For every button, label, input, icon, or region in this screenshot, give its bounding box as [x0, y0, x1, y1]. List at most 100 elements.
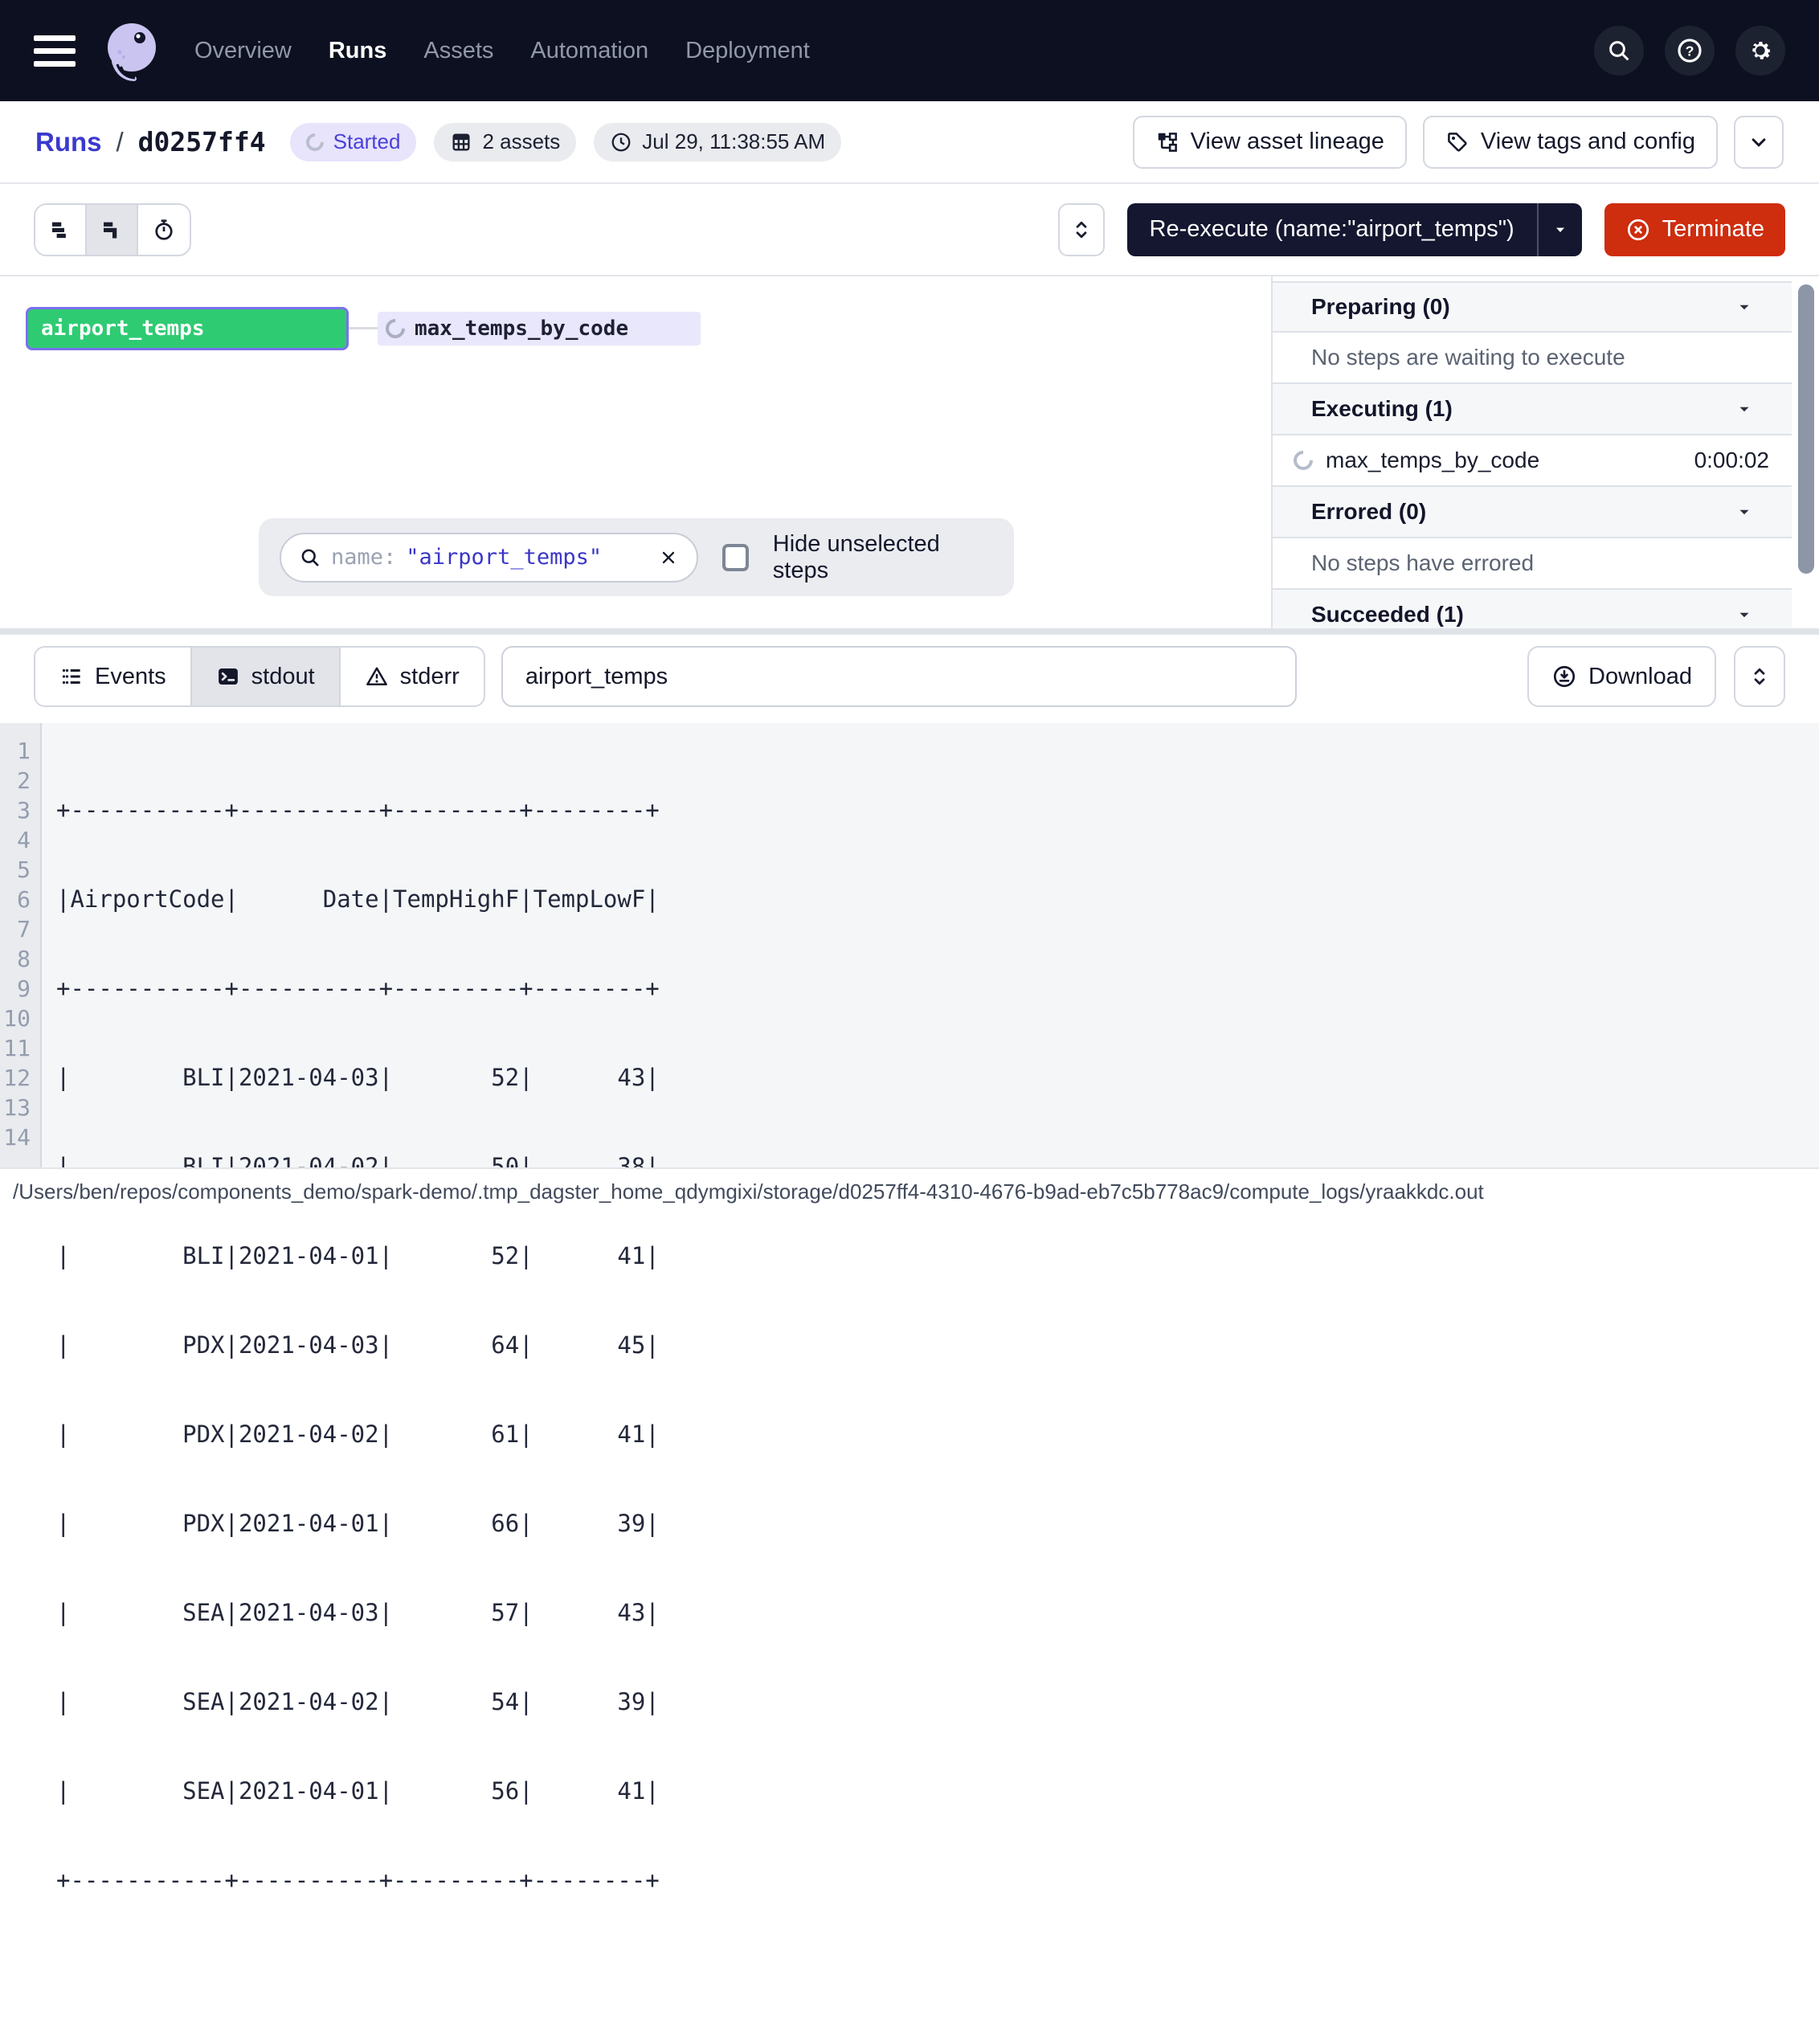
run-header: Runs / d0257ff4 Started 2 assets Jul 29,…	[0, 101, 1819, 184]
breadcrumb-runs-link[interactable]: Runs	[35, 127, 102, 157]
section-header-executing[interactable]: Executing (1)	[1273, 384, 1792, 435]
section-header-succeeded[interactable]: Succeeded (1)	[1273, 590, 1792, 628]
spinner-icon	[382, 315, 409, 342]
gantt-waterfall-view-button[interactable]	[87, 205, 138, 255]
log-step-filter-input[interactable]	[501, 646, 1297, 707]
terminate-button[interactable]: Terminate	[1604, 203, 1785, 256]
log-content: +-----------+----------+---------+------…	[42, 723, 1819, 1167]
gantt-toolbar: Re-execute (name:"airport_temps") Termin…	[0, 184, 1819, 276]
log-line: +-----------+----------+---------+------…	[56, 974, 1819, 1004]
nav-link-deployment[interactable]: Deployment	[685, 38, 810, 64]
stderr-icon	[365, 664, 389, 689]
assets-badge[interactable]: 2 assets	[434, 123, 576, 161]
expand-logs-button[interactable]	[1734, 646, 1785, 707]
reexecute-dropdown-button[interactable]	[1537, 203, 1582, 256]
filter-query-value: "airport_temps"	[406, 545, 602, 570]
log-file-path-bar: /Users/ben/repos/components_demo/spark-d…	[0, 1167, 1819, 1215]
step-filter-input[interactable]: name: "airport_temps"	[280, 533, 698, 583]
hide-unselected-label[interactable]: Hide unselected steps	[773, 531, 993, 584]
log-type-tabs: Events stdout stderr	[34, 646, 485, 707]
dependency-edge	[349, 327, 379, 329]
spinner-icon	[1290, 447, 1317, 474]
download-icon	[1551, 664, 1577, 689]
sort-icon	[1069, 218, 1093, 242]
breadcrumb-separator: /	[116, 127, 124, 157]
help-button[interactable]: ?	[1665, 26, 1715, 76]
settings-button[interactable]	[1735, 26, 1785, 76]
spinner-icon	[302, 129, 327, 154]
gantt-chart: airport_temps max_temps_by_code name: "a…	[0, 276, 1271, 628]
section-header-errored[interactable]: Errored (0)	[1273, 487, 1792, 538]
events-icon	[59, 664, 84, 689]
help-icon: ?	[1676, 37, 1703, 64]
panel-scrollbar[interactable]	[1798, 284, 1814, 574]
log-line: +-----------+----------+---------+------…	[56, 795, 1819, 825]
zoom-fit-button[interactable]	[1058, 203, 1105, 256]
reexecute-button[interactable]: Re-execute (name:"airport_temps")	[1127, 203, 1537, 256]
tab-stderr[interactable]: stderr	[341, 648, 484, 705]
dagster-logo[interactable]	[98, 17, 166, 84]
logs-panel: Events stdout stderr	[0, 635, 1819, 1167]
clear-icon	[658, 547, 679, 568]
timestamp-badge: Jul 29, 11:38:55 AM	[594, 123, 841, 161]
status-badge: Started	[290, 123, 417, 161]
log-viewer: 12 34 56 78 910 1112 1314 +-----------+-…	[0, 723, 1819, 1167]
caret-down-icon	[1735, 298, 1753, 316]
sort-icon	[1747, 664, 1772, 689]
lineage-icon	[1155, 130, 1179, 154]
nav-link-overview[interactable]: Overview	[194, 38, 292, 64]
log-line: | PDX|2021-04-01| 66| 39|	[56, 1509, 1819, 1539]
download-button[interactable]: Download	[1527, 646, 1716, 707]
executing-step-name: max_temps_by_code	[1326, 448, 1539, 473]
nav-link-runs[interactable]: Runs	[329, 38, 387, 64]
errored-empty-message: No steps have errored	[1273, 538, 1792, 590]
clear-filter-button[interactable]	[658, 547, 679, 568]
search-icon	[1606, 38, 1632, 63]
gantt-flat-view-button[interactable]	[35, 205, 87, 255]
terminate-icon	[1625, 217, 1651, 243]
stdout-icon	[216, 664, 240, 689]
tab-stdout[interactable]: stdout	[192, 648, 341, 705]
nav-link-assets[interactable]: Assets	[423, 38, 493, 64]
section-header-preparing[interactable]: Preparing (0)	[1273, 281, 1792, 333]
clock-icon	[610, 131, 632, 153]
log-line	[56, 1955, 1819, 1985]
log-file-path: /Users/ben/repos/components_demo/spark-d…	[13, 1179, 1484, 1204]
assets-grid-icon	[450, 131, 472, 153]
nav-link-automation[interactable]: Automation	[530, 38, 648, 64]
tab-events[interactable]: Events	[35, 648, 192, 705]
executing-step-row[interactable]: max_temps_by_code 0:00:02	[1273, 435, 1792, 487]
search-button[interactable]	[1594, 26, 1644, 76]
log-line: | BLI|2021-04-03| 52| 43|	[56, 1063, 1819, 1093]
run-gantt-area: airport_temps max_temps_by_code name: "a…	[0, 276, 1819, 628]
step-node-airport-temps[interactable]: airport_temps	[26, 307, 349, 350]
log-line: | SEA|2021-04-03| 57| 43|	[56, 1598, 1819, 1628]
log-line: | PDX|2021-04-03| 64| 45|	[56, 1331, 1819, 1360]
gantt-waterfall-icon	[100, 218, 124, 242]
step-filter-bar: name: "airport_temps" Hide unselected st…	[259, 518, 1014, 596]
timing-view-button[interactable]	[138, 205, 190, 255]
log-line: +-----------+----------+---------+------…	[56, 1866, 1819, 1895]
panel-resize-divider[interactable]	[0, 628, 1819, 635]
filter-query-prefix: name:	[331, 545, 396, 570]
chevron-down-icon	[1747, 130, 1771, 154]
step-node-max-temps-by-code[interactable]: max_temps_by_code	[378, 312, 701, 345]
gantt-view-toggle	[34, 203, 191, 256]
view-asset-lineage-button[interactable]: View asset lineage	[1133, 116, 1407, 169]
run-actions-menu-button[interactable]	[1734, 116, 1784, 169]
executing-step-time: 0:00:02	[1694, 448, 1769, 473]
caret-down-icon	[1735, 606, 1753, 623]
reexecute-split-button: Re-execute (name:"airport_temps")	[1127, 203, 1582, 256]
log-line: | SEA|2021-04-02| 54| 39|	[56, 1687, 1819, 1717]
stopwatch-icon	[152, 218, 176, 242]
dropdown-caret-icon	[1551, 220, 1570, 239]
nav-links: Overview Runs Assets Automation Deployme…	[194, 38, 810, 64]
hide-unselected-checkbox[interactable]	[722, 544, 749, 571]
tag-icon	[1445, 130, 1470, 154]
step-status-panel: Preparing (0) No steps are waiting to ex…	[1271, 276, 1819, 628]
hamburger-icon[interactable]	[34, 35, 76, 67]
run-badges: Started 2 assets Jul 29, 11:38:55 AM	[290, 123, 842, 161]
run-id: d0257ff4	[138, 126, 266, 157]
view-tags-config-button[interactable]: View tags and config	[1423, 116, 1718, 169]
header-actions: View asset lineage View tags and config	[1133, 116, 1784, 169]
